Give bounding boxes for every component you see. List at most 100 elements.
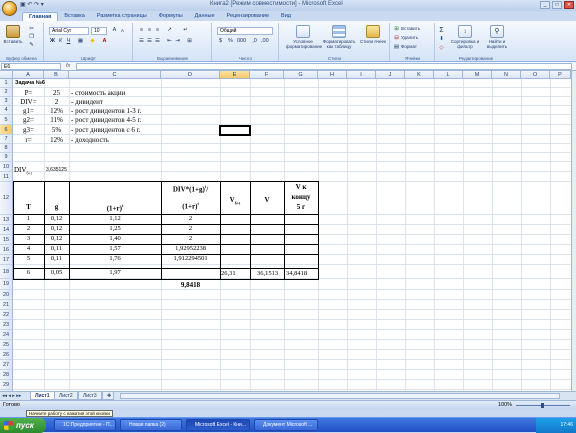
row-header[interactable]: 1	[0, 79, 13, 88]
column-header-j[interactable]: J	[376, 71, 405, 79]
delete-cells-icon[interactable]: ⊟	[393, 35, 400, 42]
shrink-font-icon[interactable]: A	[119, 27, 126, 34]
align-right-icon[interactable]: ☰	[154, 38, 161, 45]
row-header[interactable]: 12	[0, 182, 13, 215]
row-header[interactable]: 16	[0, 245, 13, 255]
font-name-select[interactable]: Arial Cyr	[49, 27, 89, 35]
sort-filter-button[interactable]: ↕ Сортировка и фильтр	[450, 25, 480, 49]
align-left-icon[interactable]: ☰	[138, 38, 145, 45]
worksheet[interactable]: A B C D E F G H I J K L M N O P 12345678…	[0, 71, 571, 391]
taskbar-item-1c[interactable]: 1С:Предприятие - П...	[54, 419, 116, 431]
number-format-select[interactable]: Общий	[217, 27, 273, 35]
decrease-decimal-icon[interactable]: ,00	[261, 38, 269, 45]
row-header[interactable]: 20	[0, 290, 13, 300]
bold-icon[interactable]: Ж	[49, 38, 56, 45]
row-header[interactable]: 6	[0, 125, 13, 135]
row-header[interactable]: 15	[0, 235, 13, 245]
column-header-b[interactable]: B	[44, 71, 69, 79]
format-as-table-button[interactable]: Форматировать как таблицу	[322, 25, 356, 49]
formula-input[interactable]	[76, 63, 572, 70]
column-header-l[interactable]: L	[434, 71, 463, 79]
row-header[interactable]: 8	[0, 144, 13, 153]
cut-icon[interactable]: ✂	[28, 26, 35, 33]
row-header[interactable]: 28	[0, 370, 13, 380]
row-header[interactable]: 2	[0, 88, 13, 97]
row-header[interactable]: 23	[0, 320, 13, 330]
column-header-c[interactable]: C	[69, 71, 161, 79]
sheet-tab-2[interactable]: Лист2	[54, 392, 78, 400]
row-header[interactable]: 5	[0, 115, 13, 125]
comma-style-icon[interactable]: 000	[237, 38, 246, 45]
font-size-select[interactable]: 10	[91, 27, 107, 35]
row-header[interactable]: 24	[0, 330, 13, 340]
column-header-i[interactable]: I	[347, 71, 376, 79]
quick-access-toolbar[interactable]: ▣ ↶ ↷ ▾	[20, 1, 44, 8]
borders-icon[interactable]: ▦	[77, 38, 84, 45]
percent-icon[interactable]: %	[227, 38, 234, 45]
sheet-tab-1[interactable]: Лист1	[30, 392, 55, 400]
paste-button[interactable]: Вставить	[3, 25, 23, 44]
zoom-thumb[interactable]	[541, 403, 544, 408]
column-header-e[interactable]: E	[220, 71, 250, 79]
align-middle-icon[interactable]: ≡	[146, 27, 153, 34]
format-painter-icon[interactable]: ✎	[28, 42, 35, 49]
column-header-g[interactable]: G	[284, 71, 318, 79]
row-header[interactable]: 3	[0, 97, 13, 106]
row-header[interactable]: 14	[0, 225, 13, 235]
align-bottom-icon[interactable]: ≡	[154, 27, 161, 34]
clear-icon[interactable]: ◇	[438, 45, 445, 52]
row-header[interactable]: 10	[0, 162, 13, 172]
delete-cells-button[interactable]: Удалить	[401, 35, 418, 40]
format-cells-icon[interactable]: ▤	[393, 44, 400, 51]
column-header-f[interactable]: F	[250, 71, 284, 79]
insert-sheet-icon[interactable]: ✚	[102, 392, 114, 400]
row-header[interactable]: 22	[0, 310, 13, 320]
merge-center-icon[interactable]: ⊞	[186, 38, 193, 45]
insert-function-icon[interactable]: fx	[66, 63, 70, 69]
insert-cells-button[interactable]: Вставить	[401, 26, 420, 31]
decrease-indent-icon[interactable]: ⇤	[166, 38, 173, 45]
row-header[interactable]: 18	[0, 265, 13, 279]
column-header-a[interactable]: A	[13, 71, 44, 79]
office-button[interactable]	[2, 1, 17, 16]
column-header-d[interactable]: D	[161, 71, 220, 79]
taskbar-item-word[interactable]: Документ Microsoft ...	[254, 419, 318, 431]
column-header-o[interactable]: O	[521, 71, 550, 79]
column-header-h[interactable]: H	[318, 71, 347, 79]
find-select-button[interactable]: ⚲ Найти и выделить	[482, 25, 512, 49]
font-color-icon[interactable]: A	[101, 38, 108, 45]
row-header[interactable]: 13	[0, 215, 13, 225]
insert-cells-icon[interactable]: ⊞	[393, 26, 400, 33]
row-header[interactable]: 21	[0, 300, 13, 310]
underline-icon[interactable]: Ч	[65, 38, 72, 45]
wrap-text-icon[interactable]: ↵	[182, 27, 189, 34]
zoom-level[interactable]: 100%	[498, 401, 512, 410]
italic-icon[interactable]: К	[57, 38, 64, 45]
row-header[interactable]: 4	[0, 106, 13, 115]
minimize-button[interactable]: _	[540, 1, 550, 9]
fill-color-icon[interactable]: ◆	[89, 38, 96, 45]
horizontal-scrollbar[interactable]	[120, 393, 560, 399]
column-header-m[interactable]: M	[463, 71, 492, 79]
align-center-icon[interactable]: ☰	[146, 38, 153, 45]
maximize-button[interactable]: □	[552, 1, 562, 9]
column-header-k[interactable]: K	[405, 71, 434, 79]
row-header[interactable]: 11	[0, 172, 13, 182]
row-header[interactable]: 17	[0, 255, 13, 265]
vertical-scrollbar[interactable]	[571, 71, 576, 391]
fill-icon[interactable]: ⬇	[438, 36, 445, 43]
row-header[interactable]: 27	[0, 360, 13, 370]
taskbar-item-folder[interactable]: Новая папка (2)	[120, 419, 182, 431]
orientation-icon[interactable]: ↗	[166, 27, 173, 34]
autosum-icon[interactable]: Σ	[438, 27, 445, 34]
row-header[interactable]: 9	[0, 153, 13, 162]
grow-font-icon[interactable]: A	[111, 27, 118, 34]
name-box[interactable]: E6	[1, 63, 61, 70]
copy-icon[interactable]: ❐	[28, 34, 35, 41]
column-header-p[interactable]: P	[550, 71, 571, 79]
cell-styles-button[interactable]: Стили ячеек	[360, 25, 386, 44]
sheet-nav-arrows[interactable]: ◂◂ ◂ ▸ ▸▸	[2, 392, 21, 400]
sheet-tab-3[interactable]: Лист3	[78, 392, 102, 400]
row-header[interactable]: 29	[0, 380, 13, 390]
column-header-n[interactable]: N	[492, 71, 521, 79]
